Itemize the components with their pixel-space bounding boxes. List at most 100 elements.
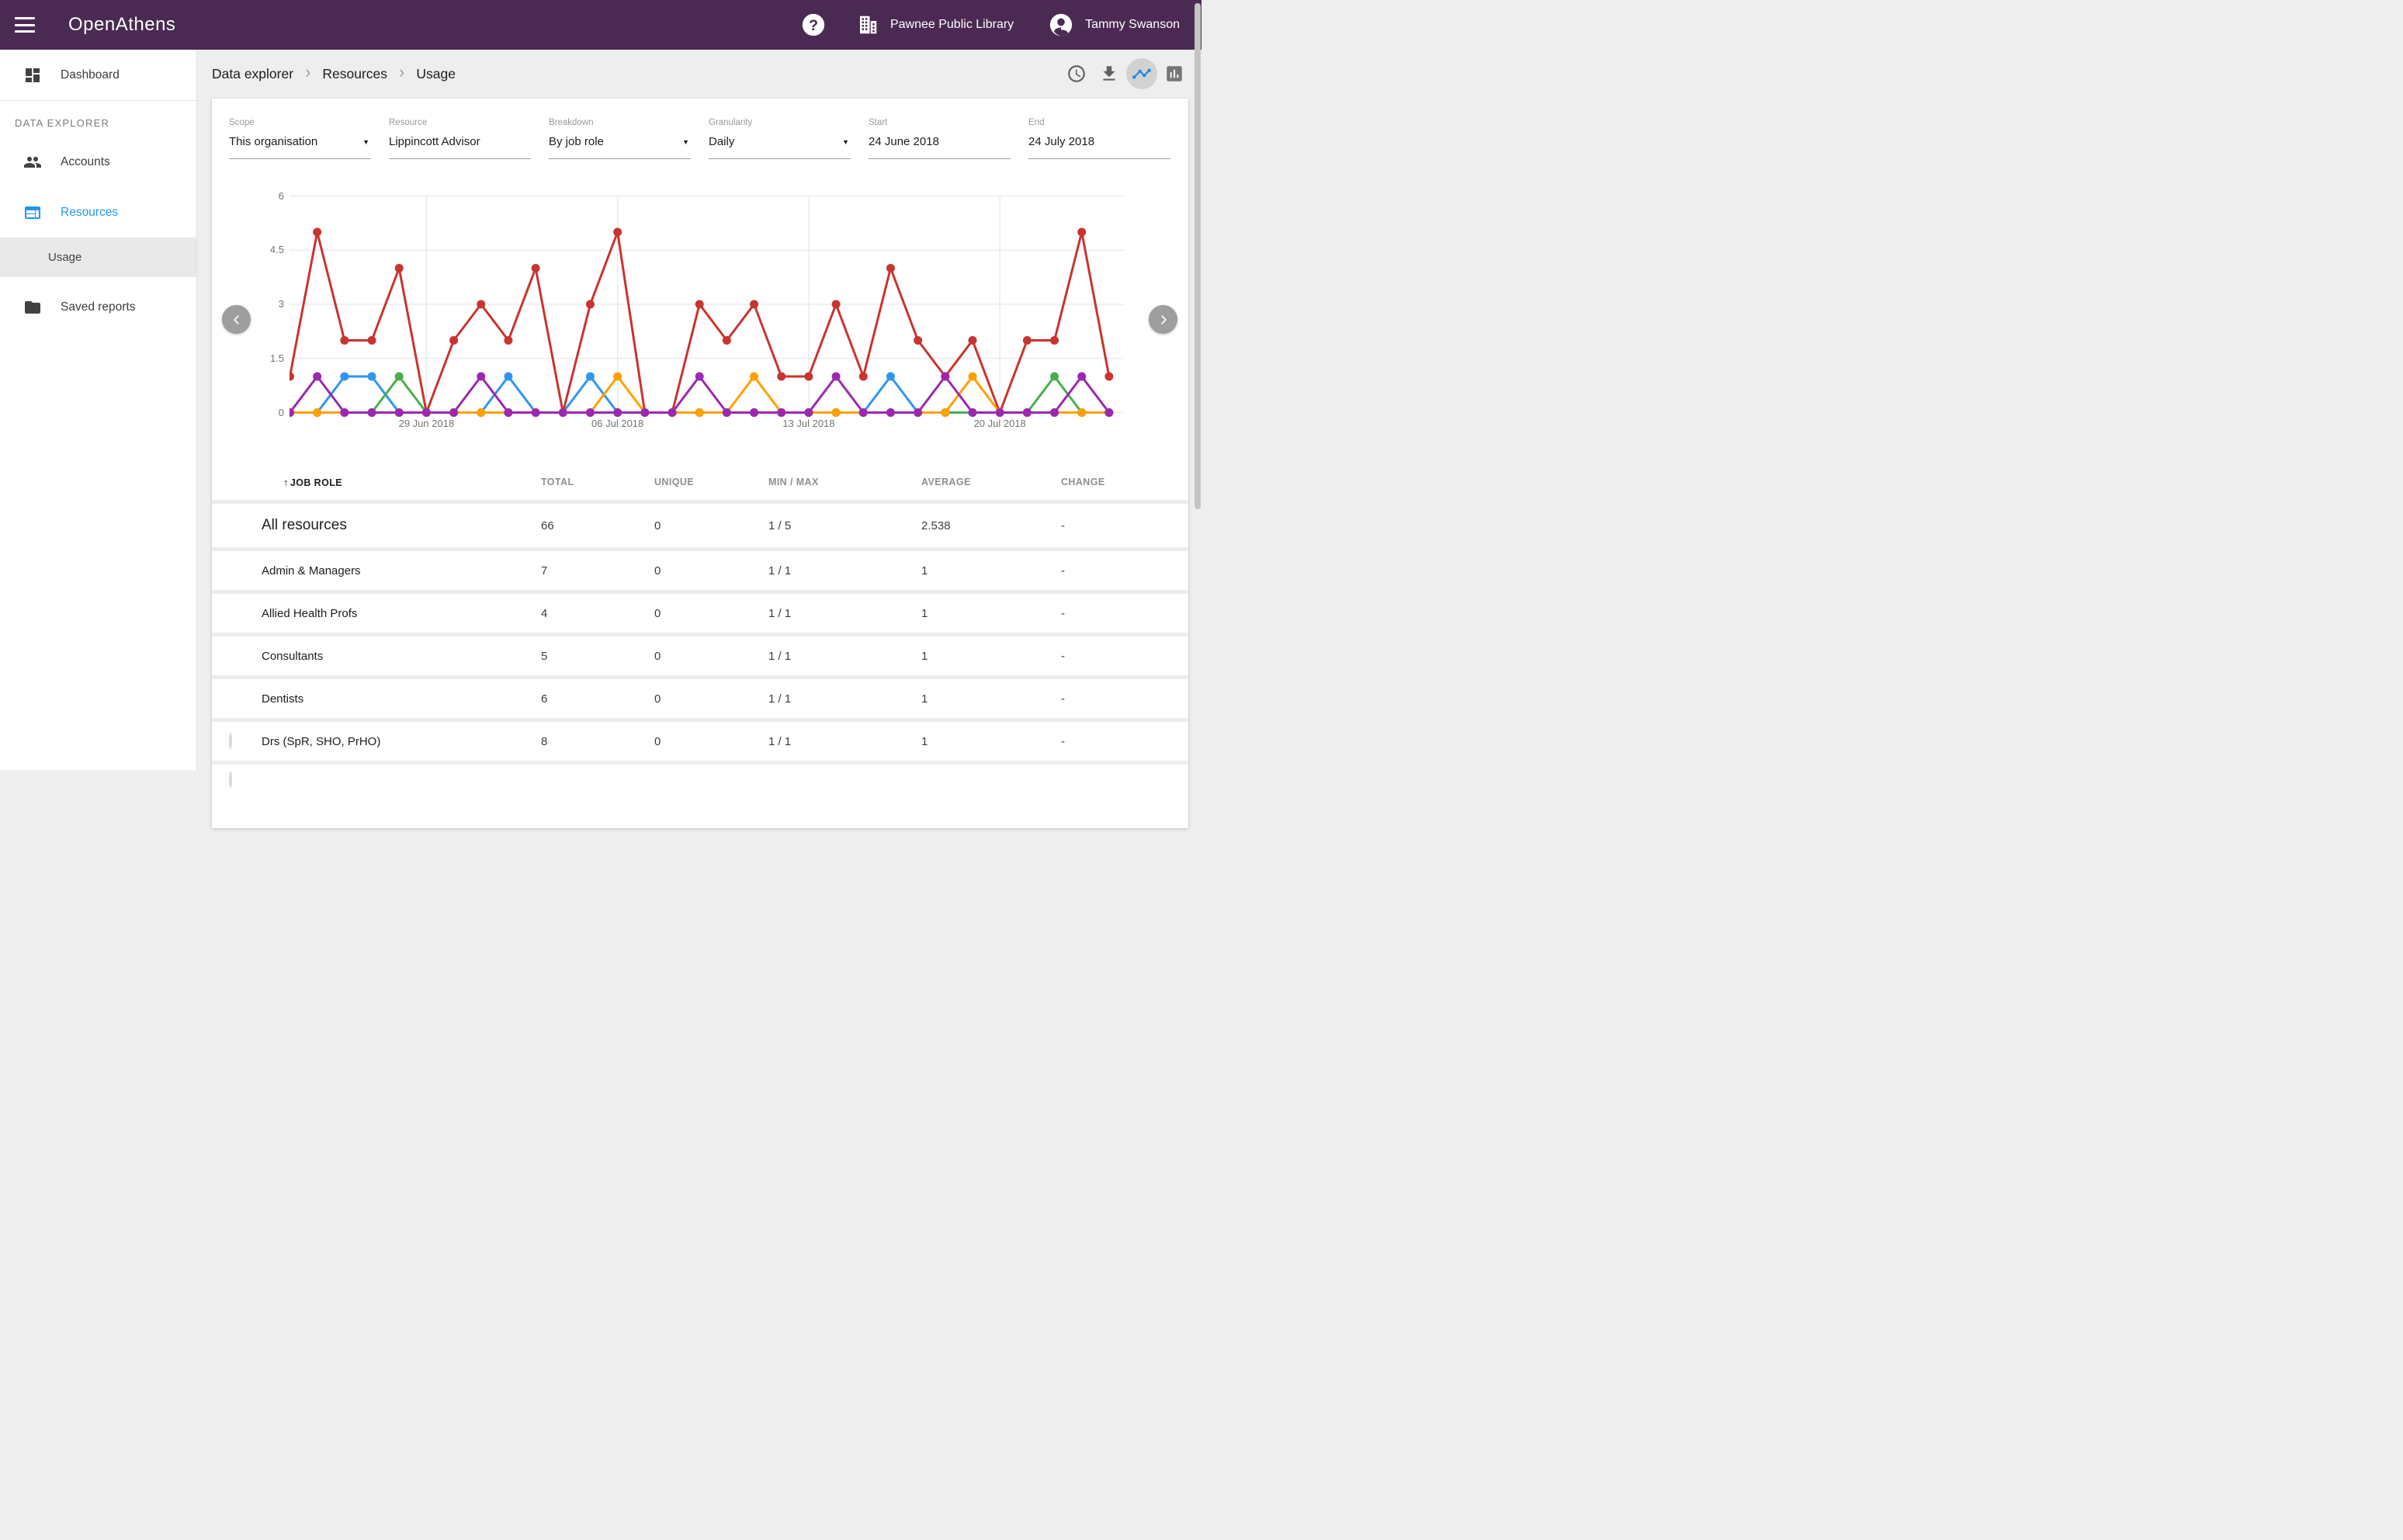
filter-value[interactable]: This organisation▼ xyxy=(229,135,371,159)
filter-end[interactable]: End24 July 2018 xyxy=(1028,118,1170,159)
data-point[interactable] xyxy=(313,228,321,237)
breadcrumb-usage[interactable]: Usage xyxy=(416,66,456,82)
data-point[interactable] xyxy=(449,408,458,417)
data-point[interactable] xyxy=(395,408,404,417)
data-point[interactable] xyxy=(1077,408,1086,417)
data-point[interactable] xyxy=(1050,373,1059,381)
data-point[interactable] xyxy=(395,373,404,381)
filter-granularity[interactable]: GranularityDaily▼ xyxy=(709,118,851,159)
data-point[interactable] xyxy=(477,300,485,309)
table-row[interactable]: Dentists601 / 11- xyxy=(212,679,1188,718)
download-icon[interactable] xyxy=(1094,58,1125,89)
data-point[interactable] xyxy=(777,408,785,417)
table-row[interactable]: Admin & Managers701 / 11- xyxy=(212,551,1188,590)
data-point[interactable] xyxy=(368,408,376,417)
data-point[interactable] xyxy=(914,336,922,345)
data-point[interactable] xyxy=(1104,408,1113,417)
data-point[interactable] xyxy=(723,408,731,417)
data-point[interactable] xyxy=(969,373,977,381)
column-header-job-role[interactable]: ↑JOB ROLE xyxy=(262,477,541,488)
data-point[interactable] xyxy=(313,408,321,417)
data-point[interactable] xyxy=(422,408,431,417)
help-icon[interactable]: ? xyxy=(800,12,827,38)
breadcrumb-data-explorer[interactable]: Data explorer xyxy=(212,66,293,82)
data-point[interactable] xyxy=(859,373,868,381)
data-point[interactable] xyxy=(1050,408,1059,417)
clock-icon[interactable] xyxy=(1061,58,1092,89)
user-chip[interactable]: Tammy Swanson xyxy=(1048,12,1180,38)
data-point[interactable] xyxy=(1023,408,1032,417)
chart-prev-button[interactable] xyxy=(222,305,251,334)
data-point[interactable] xyxy=(532,408,540,417)
data-point[interactable] xyxy=(1104,373,1113,381)
data-point[interactable] xyxy=(886,264,895,272)
data-point[interactable] xyxy=(477,408,485,417)
data-point[interactable] xyxy=(504,336,512,345)
data-point[interactable] xyxy=(941,408,949,417)
data-point[interactable] xyxy=(368,373,376,381)
data-point[interactable] xyxy=(832,300,841,309)
data-point[interactable] xyxy=(804,373,813,381)
data-point[interactable] xyxy=(395,264,404,272)
sidebar-item-saved-reports[interactable]: Saved reports xyxy=(0,282,196,332)
data-point[interactable] xyxy=(340,336,348,345)
column-header-average[interactable]: AVERAGE xyxy=(921,477,1061,487)
filter-resource[interactable]: ResourceLippincott Advisor xyxy=(389,118,531,159)
table-row[interactable]: All resources6601 / 52.538- xyxy=(212,504,1188,547)
table-row[interactable]: Allied Health Profs401 / 11- xyxy=(212,594,1188,633)
data-point[interactable] xyxy=(969,336,977,345)
data-point[interactable] xyxy=(290,373,294,381)
column-header-minmax[interactable]: MIN / MAX xyxy=(768,477,921,487)
data-point[interactable] xyxy=(886,408,895,417)
data-point[interactable] xyxy=(750,373,758,381)
data-point[interactable] xyxy=(859,408,868,417)
data-point[interactable] xyxy=(586,300,595,309)
data-point[interactable] xyxy=(832,373,841,381)
data-point[interactable] xyxy=(586,373,595,381)
data-point[interactable] xyxy=(477,373,485,381)
organisation-chip[interactable]: Pawnee Public Library xyxy=(856,13,1014,36)
table-row[interactable]: Drs (SpR, SHO, PrHO)801 / 11- xyxy=(212,722,1188,761)
data-point[interactable] xyxy=(613,408,622,417)
sidebar-item-dashboard[interactable]: Dashboard xyxy=(0,50,196,100)
data-point[interactable] xyxy=(832,408,841,417)
data-point[interactable] xyxy=(586,408,595,417)
data-point[interactable] xyxy=(1050,336,1059,345)
data-point[interactable] xyxy=(941,373,949,381)
page-scrollbar[interactable] xyxy=(1195,3,1201,509)
data-point[interactable] xyxy=(886,373,895,381)
data-point[interactable] xyxy=(969,408,977,417)
line-chart-icon[interactable] xyxy=(1126,58,1157,89)
filter-value[interactable]: 24 July 2018 xyxy=(1028,135,1170,159)
data-point[interactable] xyxy=(804,408,813,417)
data-point[interactable] xyxy=(1077,228,1086,237)
sidebar-item-accounts[interactable]: Accounts xyxy=(0,137,196,187)
data-point[interactable] xyxy=(504,408,512,417)
sidebar-item-usage[interactable]: Usage xyxy=(0,238,196,277)
data-point[interactable] xyxy=(613,228,622,237)
data-point[interactable] xyxy=(996,408,1004,417)
data-point[interactable] xyxy=(559,408,567,417)
data-point[interactable] xyxy=(640,408,649,417)
filter-scope[interactable]: ScopeThis organisation▼ xyxy=(229,118,371,159)
data-point[interactable] xyxy=(368,336,376,345)
filter-value[interactable]: By job role▼ xyxy=(549,135,691,159)
filter-breakdown[interactable]: BreakdownBy job role▼ xyxy=(549,118,691,159)
column-header-unique[interactable]: UNIQUE xyxy=(654,477,768,487)
data-point[interactable] xyxy=(504,373,512,381)
data-point[interactable] xyxy=(750,408,758,417)
data-point[interactable] xyxy=(613,373,622,381)
chart-next-button[interactable] xyxy=(1149,305,1177,334)
data-point[interactable] xyxy=(340,408,348,417)
breadcrumb-resources[interactable]: Resources xyxy=(322,66,387,82)
data-point[interactable] xyxy=(532,264,540,272)
filter-value[interactable]: Daily▼ xyxy=(709,135,851,159)
menu-icon[interactable] xyxy=(15,17,35,33)
table-row[interactable]: Consultants501 / 11- xyxy=(212,636,1188,675)
data-point[interactable] xyxy=(914,408,922,417)
data-point[interactable] xyxy=(695,300,704,309)
data-point[interactable] xyxy=(668,408,677,417)
filter-value[interactable]: 24 June 2018 xyxy=(869,135,1011,159)
sidebar-item-resources[interactable]: Resources xyxy=(0,187,196,238)
data-point[interactable] xyxy=(449,336,458,345)
